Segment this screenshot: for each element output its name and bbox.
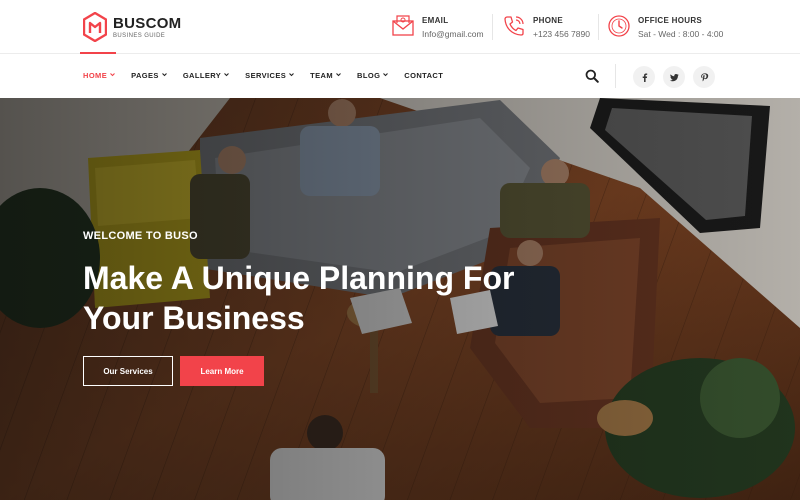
chevron-down-icon xyxy=(383,72,389,77)
nav-item-services[interactable]: SERVICES xyxy=(245,71,295,80)
twitter-icon xyxy=(669,73,679,81)
nav-item-home[interactable]: HOME xyxy=(83,71,115,80)
brand-name: BUSCOM xyxy=(113,15,182,32)
phone-label: PHONE xyxy=(533,16,563,25)
hero-section: WELCOME TO BUSO Make A Unique Planning F… xyxy=(0,98,800,500)
nav-item-team[interactable]: TEAM xyxy=(310,71,341,80)
hours-value: Sat - Wed : 8:00 - 4:00 xyxy=(638,29,724,39)
nav-item-label: SERVICES xyxy=(245,71,287,80)
chevron-down-icon xyxy=(161,72,167,77)
header-divider xyxy=(598,14,599,40)
email-value[interactable]: Info@gmail.com xyxy=(422,29,484,39)
chevron-down-icon xyxy=(110,72,115,77)
hero-title: Make A Unique Planning For Your Business xyxy=(83,260,515,336)
site-logo[interactable]: BUSCOM BUSINES GUIDE xyxy=(83,12,193,44)
pinterest-button[interactable] xyxy=(693,66,715,88)
nav-menu: HOME PAGES GALLERY SERVICES TEAM BLOG CONTACT xyxy=(83,71,459,80)
nav-item-label: HOME xyxy=(83,71,108,80)
email-label: EMAIL xyxy=(422,16,449,25)
nav-item-pages[interactable]: PAGES xyxy=(131,71,167,80)
logo-mark-icon xyxy=(83,12,107,42)
nav-item-label: GALLERY xyxy=(182,71,222,80)
brand-tagline: BUSINES GUIDE xyxy=(113,33,166,39)
contact-email: EMAIL Info@gmail.com xyxy=(391,14,491,42)
phone-value[interactable]: +123 456 7890 xyxy=(533,29,590,39)
pinterest-icon xyxy=(700,72,708,81)
active-nav-indicator xyxy=(80,52,116,54)
facebook-icon xyxy=(642,72,647,82)
phone-icon xyxy=(504,16,524,36)
twitter-button[interactable] xyxy=(663,66,685,88)
learn-more-button[interactable]: Learn More xyxy=(180,356,264,386)
nav-item-label: TEAM xyxy=(310,71,334,80)
nav-item-blog[interactable]: BLOG xyxy=(357,71,389,80)
chevron-down-icon xyxy=(289,72,295,77)
chevron-down-icon xyxy=(336,72,341,77)
chevron-down-icon xyxy=(224,72,230,77)
nav-item-label: PAGES xyxy=(131,71,159,80)
contact-hours: OFFICE HOURS Sat - Wed : 8:00 - 4:00 xyxy=(607,14,727,42)
nav-item-contact[interactable]: CONTACT xyxy=(404,71,443,80)
clock-icon xyxy=(608,15,630,37)
main-navigation: HOME PAGES GALLERY SERVICES TEAM BLOG CONTACT xyxy=(0,52,800,98)
our-services-button[interactable]: Our Services xyxy=(83,356,173,386)
nav-item-label: CONTACT xyxy=(404,71,444,80)
hero-subtitle: WELCOME TO BUSO xyxy=(83,230,198,242)
facebook-button[interactable] xyxy=(633,66,655,88)
header-divider xyxy=(492,14,493,40)
top-header: BUSCOM BUSINES GUIDE EMAIL Info@gmail.co… xyxy=(0,0,800,54)
search-icon[interactable] xyxy=(585,69,599,83)
nav-item-label: BLOG xyxy=(357,71,381,80)
hours-label: OFFICE HOURS xyxy=(638,16,703,25)
nav-item-gallery[interactable]: GALLERY xyxy=(182,71,230,80)
envelope-icon xyxy=(392,15,414,36)
nav-divider xyxy=(615,64,616,88)
contact-phone: PHONE +123 456 7890 xyxy=(502,14,598,42)
